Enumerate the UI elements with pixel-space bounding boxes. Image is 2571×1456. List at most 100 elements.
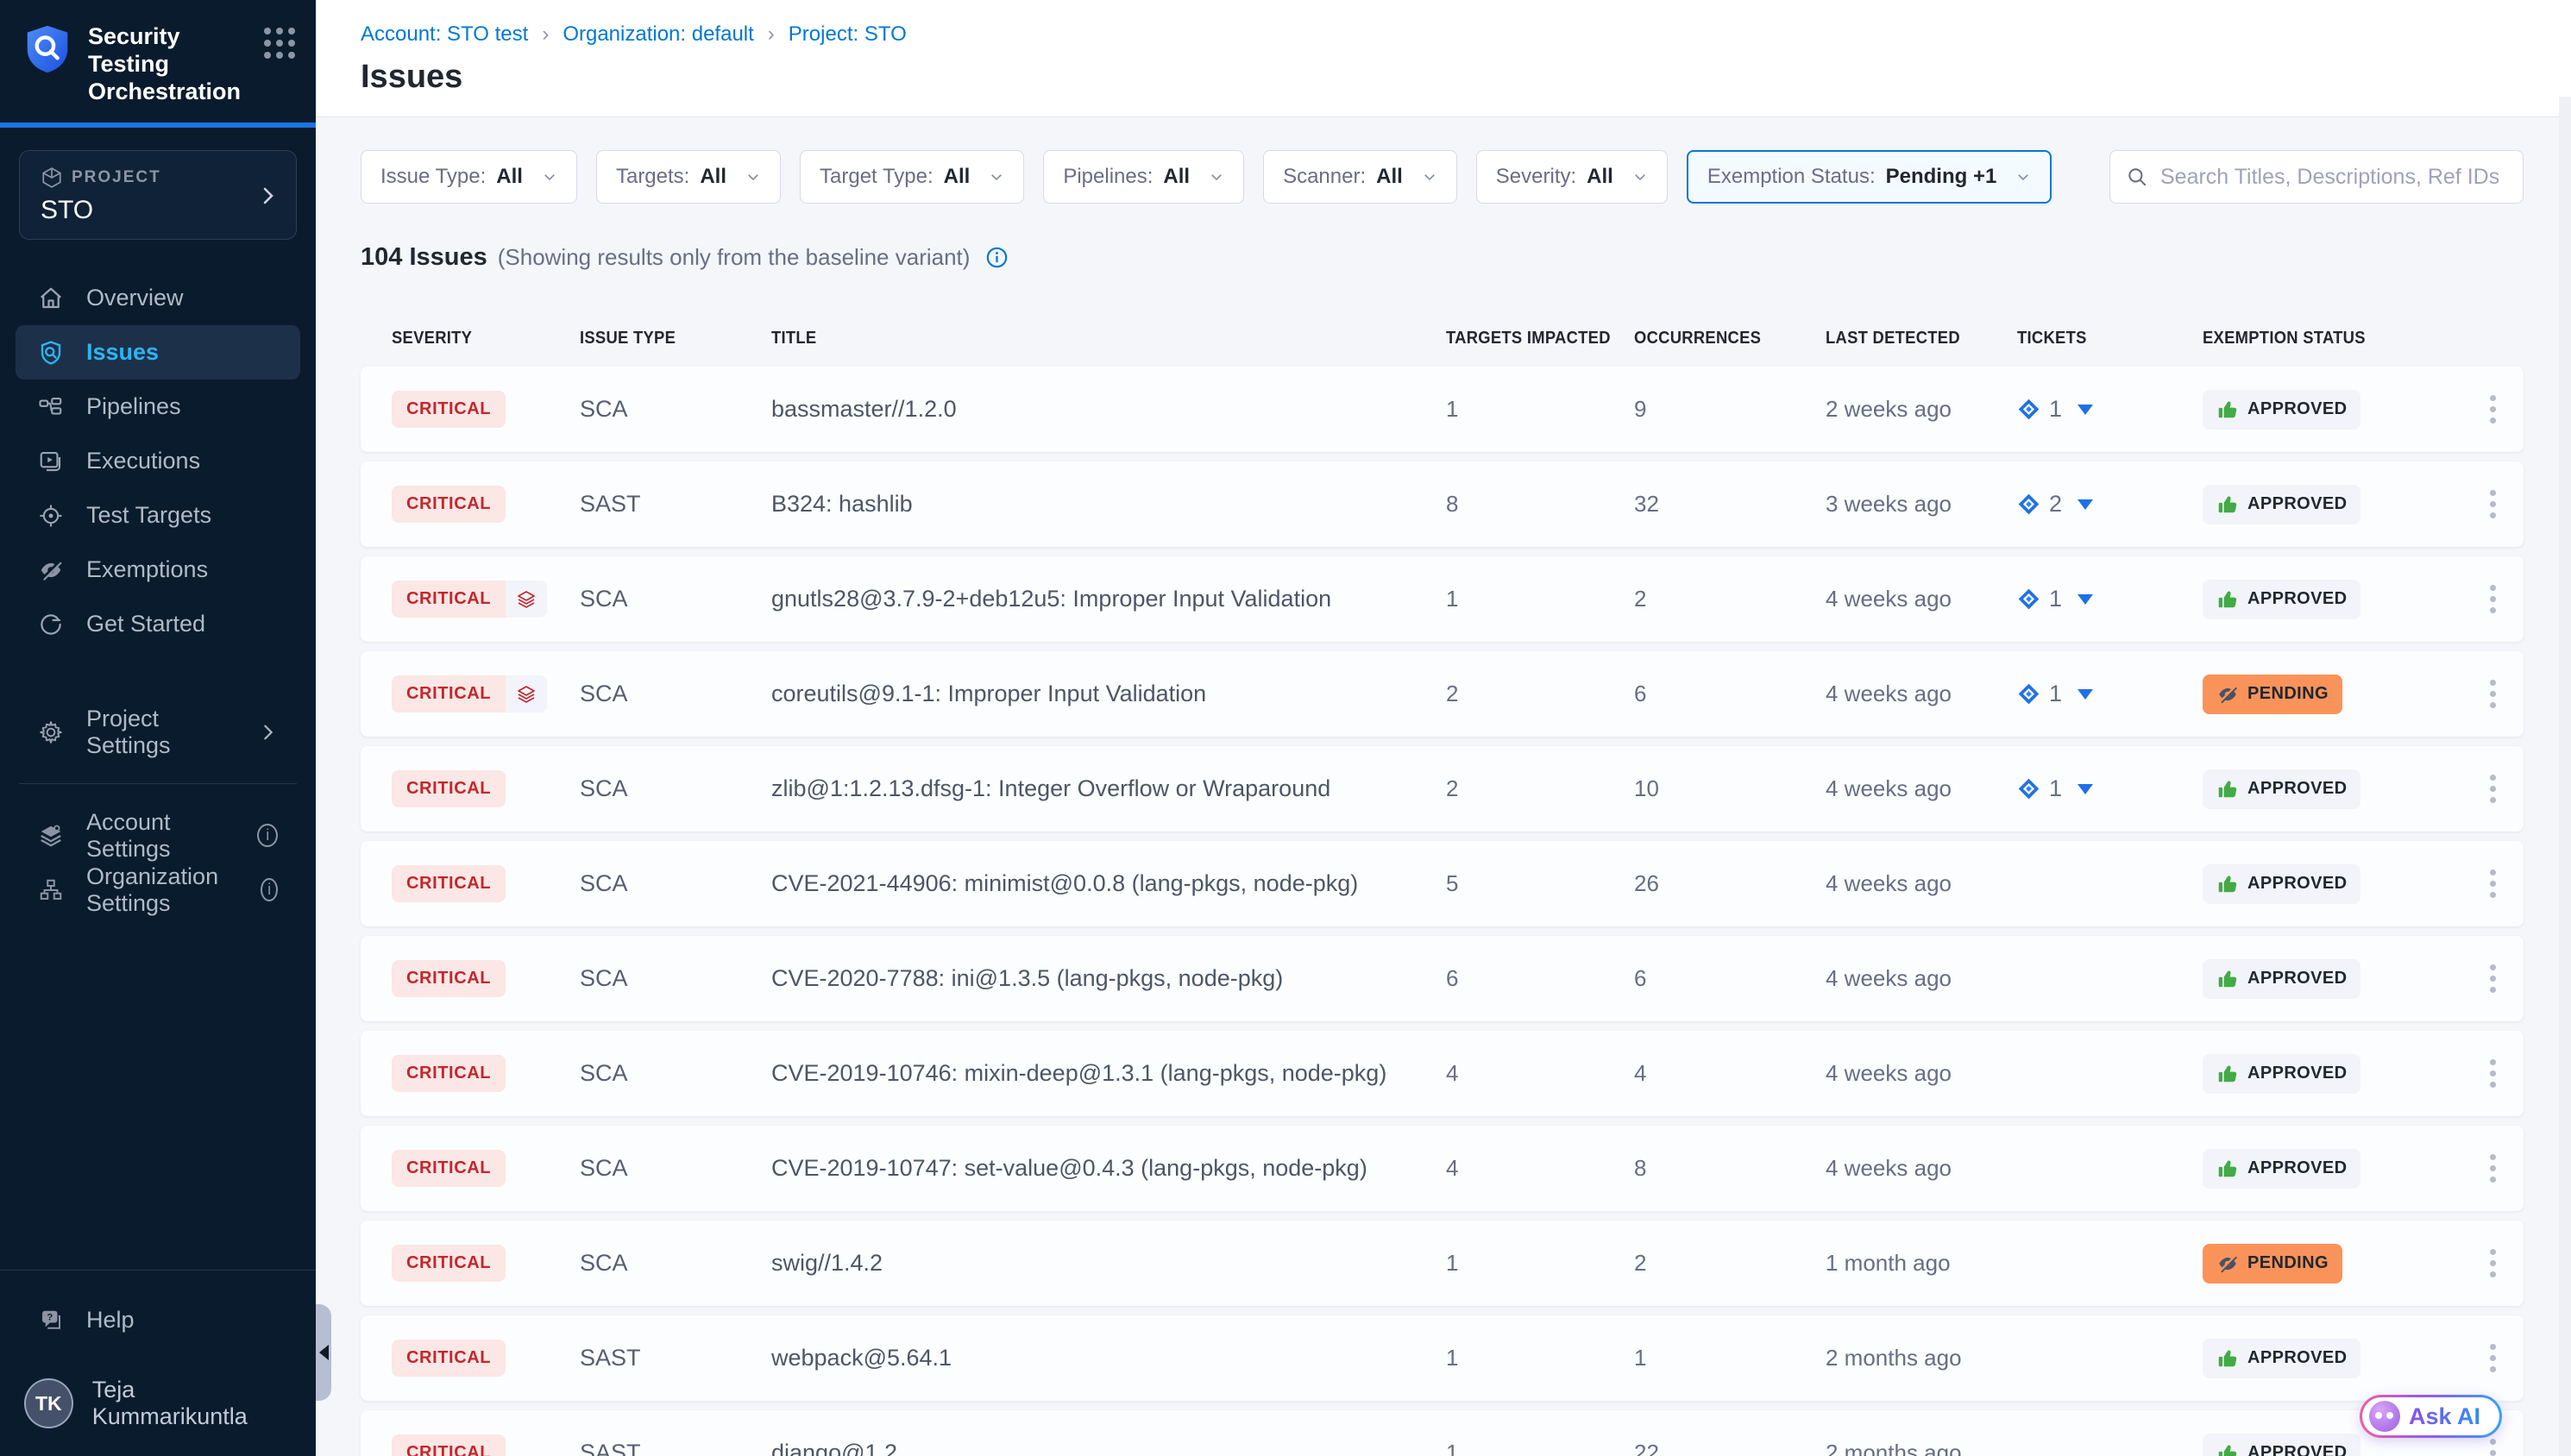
project-selector[interactable]: PROJECT STO: [19, 150, 297, 240]
sidebar-item-test-targets[interactable]: Test Targets: [16, 488, 300, 543]
sidebar-item-label: Pipelines: [86, 393, 181, 420]
targets-impacted-cell: 4: [1446, 1060, 1634, 1087]
ticket-link[interactable]: 1: [2017, 396, 2203, 423]
filter-value: All: [496, 165, 523, 189]
sidebar-item-pipelines[interactable]: Pipelines: [16, 380, 300, 434]
info-icon[interactable]: [985, 246, 1009, 269]
table-row[interactable]: CRITICAL SCA CVE-2020-7788: ini@1.3.5 (l…: [361, 936, 2524, 1021]
org-structure-icon: [38, 877, 64, 903]
ticket-dropdown-caret-icon[interactable]: [2078, 784, 2093, 794]
sidebar-item-account-settings[interactable]: Account Settings i: [16, 808, 300, 863]
issue-type-cell: SCA: [580, 775, 771, 802]
row-menu-button[interactable]: [2483, 1242, 2503, 1284]
ticket-dropdown-caret-icon[interactable]: [2078, 689, 2093, 700]
eye-off-icon: [38, 557, 64, 583]
breadcrumb-project[interactable]: Project: STO: [789, 22, 907, 47]
ticket-link[interactable]: 1: [2017, 681, 2203, 707]
last-detected-cell: 4 weeks ago: [1826, 1060, 2017, 1087]
breadcrumb-separator-icon: ›: [768, 22, 775, 47]
row-menu-button[interactable]: [2483, 863, 2503, 905]
table-row[interactable]: CRITICAL SCA swig//1.4.2 1 2 1 month ago…: [361, 1221, 2524, 1306]
row-menu-button[interactable]: [2483, 388, 2503, 430]
table-row[interactable]: CRITICAL SAST B324: hashlib 8 32 3 weeks…: [361, 461, 2524, 547]
sidebar-item-executions[interactable]: Executions: [16, 434, 300, 488]
scrollbar-track[interactable]: [2559, 97, 2571, 1456]
filter-issue-type[interactable]: Issue Type: All: [361, 150, 577, 204]
row-menu-button[interactable]: [2483, 578, 2503, 620]
issue-type-cell: SAST: [580, 491, 771, 518]
issue-type-cell: SCA: [580, 870, 771, 897]
filter-exemption-status[interactable]: Exemption Status: Pending +1: [1687, 150, 2052, 204]
ticket-dropdown-caret-icon[interactable]: [2078, 405, 2093, 415]
row-menu-button[interactable]: [2483, 1337, 2503, 1379]
filter-severity[interactable]: Severity: All: [1476, 150, 1668, 204]
breadcrumb-organization[interactable]: Organization: default: [563, 22, 753, 47]
exemption-status-badge: APPROVED: [2203, 580, 2360, 619]
issue-title: swig//1.4.2: [771, 1250, 1446, 1277]
last-detected-cell: 4 weeks ago: [1826, 1155, 2017, 1182]
row-menu-button[interactable]: [2483, 483, 2503, 525]
app-switcher-grid-icon[interactable]: [264, 28, 295, 59]
table-row[interactable]: CRITICAL SCA CVE-2019-10746: mixin-deep@…: [361, 1031, 2524, 1116]
ticket-link[interactable]: 1: [2017, 775, 2203, 802]
occurrences-cell: 22: [1634, 1440, 1826, 1456]
table-row[interactable]: CRITICAL SCA bassmaster//1.2.0 1 9 2 wee…: [361, 367, 2524, 452]
thumbs-up-icon: [2216, 1158, 2239, 1180]
filter-targets[interactable]: Targets: All: [596, 150, 781, 204]
last-detected-cell: 3 weeks ago: [1826, 491, 2017, 518]
column-header-occurrences: OCCURRENCES: [1634, 329, 1810, 348]
table-row[interactable]: CRITICAL SCA CVE-2019-10747: set-value@0…: [361, 1126, 2524, 1211]
ticket-dropdown-caret-icon[interactable]: [2078, 499, 2093, 510]
ticket-link[interactable]: 1: [2017, 586, 2203, 612]
occurrences-cell: 4: [1634, 1060, 1826, 1087]
sidebar-item-help[interactable]: ? Help: [16, 1293, 300, 1347]
filter-value: All: [1376, 165, 1403, 189]
exemption-status-label: APPROVED: [2247, 1158, 2347, 1178]
sidebar-item-exemptions[interactable]: Exemptions: [16, 543, 300, 597]
sidebar-item-issues[interactable]: Issues: [16, 325, 300, 380]
sidebar-item-organization-settings[interactable]: Organization Settings i: [16, 863, 300, 917]
row-menu-button[interactable]: [2483, 768, 2503, 810]
info-icon[interactable]: i: [257, 824, 278, 847]
sidebar-item-label: Issues: [86, 339, 159, 366]
table-row[interactable]: CRITICAL SAST webpack@5.64.1 1 1 2 month…: [361, 1315, 2524, 1401]
sidebar-item-label: Organization Settings: [86, 863, 238, 917]
table-row[interactable]: CRITICAL SCA CVE-2021-44906: minimist@0.…: [361, 841, 2524, 926]
occurrences-cell: 6: [1634, 681, 1826, 707]
issues-count: 104 Issues: [361, 243, 487, 272]
filter-pipelines[interactable]: Pipelines: All: [1043, 150, 1244, 204]
row-menu-button[interactable]: [2483, 673, 2503, 715]
chevron-down-icon: [1209, 169, 1224, 185]
ticket-link[interactable]: 2: [2017, 491, 2203, 518]
table-row[interactable]: CRITICAL SCA coreutils@9.1-1: Improper I…: [361, 651, 2524, 737]
ask-ai-button[interactable]: Ask AI: [2360, 1395, 2502, 1438]
sidebar-item-overview[interactable]: Overview: [16, 271, 300, 325]
breadcrumb-account[interactable]: Account: STO test: [361, 22, 528, 47]
sidebar-collapse-handle[interactable]: [316, 1304, 331, 1401]
table-row[interactable]: CRITICAL SCA zlib@1:1.2.13.dfsg-1: Integ…: [361, 746, 2524, 832]
jira-icon: [2017, 587, 2040, 611]
exemption-status-badge: APPROVED: [2203, 864, 2360, 904]
user-profile[interactable]: TK Teja Kummarikuntla: [16, 1377, 300, 1430]
ticket-count: 2: [2049, 491, 2062, 518]
row-menu-button[interactable]: [2483, 1052, 2503, 1095]
sidebar-item-get-started[interactable]: Get Started: [16, 597, 300, 651]
severity-label: CRITICAL: [392, 770, 506, 807]
search-input[interactable]: [2160, 165, 2507, 190]
issue-type-cell: SCA: [580, 1250, 771, 1277]
page-title: Issues: [361, 59, 2571, 96]
severity-label: CRITICAL: [392, 486, 506, 523]
severity-badge: CRITICAL: [392, 960, 506, 997]
row-menu-button[interactable]: [2483, 1147, 2503, 1189]
table-row[interactable]: CRITICAL SAST django@1.2 1 22 2 months a…: [361, 1410, 2524, 1456]
app-title: Security Testing Orchestration: [88, 22, 250, 105]
ticket-dropdown-caret-icon[interactable]: [2078, 594, 2093, 605]
filter-scanner[interactable]: Scanner: All: [1263, 150, 1457, 204]
table-row[interactable]: CRITICAL SCA gnutls28@3.7.9-2+deb12u5: I…: [361, 556, 2524, 642]
exemption-status-label: APPROVED: [2247, 874, 2347, 894]
row-menu-button[interactable]: [2483, 957, 2503, 1000]
filter-target-type[interactable]: Target Type: All: [800, 150, 1024, 204]
exemption-status-badge: APPROVED: [2203, 1434, 2360, 1456]
sidebar-item-project-settings[interactable]: Project Settings: [16, 705, 300, 759]
info-icon[interactable]: i: [261, 878, 278, 901]
